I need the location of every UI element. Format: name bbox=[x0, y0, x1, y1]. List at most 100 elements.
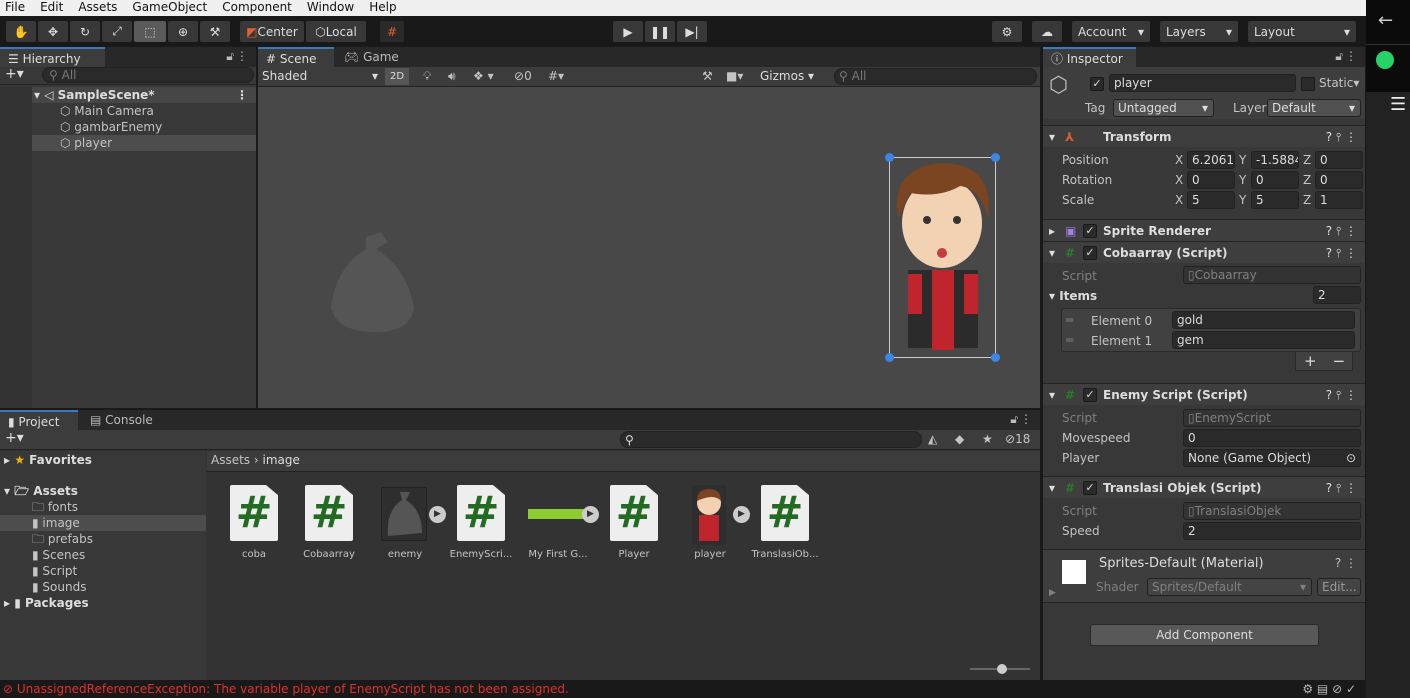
favorite-star-icon[interactable]: ★ bbox=[982, 432, 993, 446]
hand-tool-button[interactable]: ✋ bbox=[6, 21, 36, 42]
folder-item[interactable]: ▮ Sounds bbox=[0, 579, 206, 595]
y-axis-label[interactable]: Y bbox=[1239, 153, 1246, 167]
speed-input[interactable]: 2 bbox=[1183, 522, 1361, 540]
scale-y-input[interactable]: 5 bbox=[1251, 191, 1299, 209]
transform-tool-button[interactable]: ⊕ bbox=[168, 21, 198, 42]
component-actions-icons[interactable]: ? ⫯ ⋮ bbox=[1326, 477, 1357, 499]
project-search-input[interactable]: ⚲ bbox=[620, 431, 922, 448]
account-dropdown[interactable]: Account ▾ bbox=[1072, 21, 1150, 42]
pivot-center-button[interactable]: ◩ Center bbox=[240, 21, 304, 42]
component-actions-icons[interactable]: ? ⫯ ⋮ bbox=[1326, 242, 1357, 264]
menu-edit[interactable]: Edit bbox=[40, 0, 63, 16]
rotation-y-input[interactable]: 0 bbox=[1251, 171, 1299, 189]
2d-toggle[interactable]: 2D bbox=[385, 68, 409, 85]
zoom-slider[interactable] bbox=[970, 664, 1030, 674]
player-sprite-selection[interactable] bbox=[885, 153, 1000, 362]
scale-z-input[interactable]: 1 bbox=[1315, 191, 1363, 209]
step-button[interactable]: ▶| bbox=[677, 21, 707, 42]
component-actions-icons[interactable]: ? ⫯ ⋮ bbox=[1326, 384, 1357, 406]
z-axis-label[interactable]: Z bbox=[1303, 193, 1311, 207]
remove-element-button[interactable]: − bbox=[1333, 352, 1346, 370]
more-icon[interactable]: ⋮ bbox=[1345, 49, 1357, 63]
material-actions-icons[interactable]: ? ⋮ bbox=[1335, 556, 1357, 570]
filter-label-icon[interactable]: ◆ bbox=[955, 432, 964, 446]
asset-coba[interactable]: # coba bbox=[216, 485, 292, 560]
create-button[interactable]: +▾ bbox=[5, 66, 24, 82]
x-axis-label[interactable]: X bbox=[1175, 173, 1183, 187]
filter-type-icon[interactable]: ◭ bbox=[928, 432, 937, 446]
folder-item[interactable]: 🗀︎ fonts bbox=[0, 499, 206, 515]
object-name-input[interactable]: player bbox=[1109, 74, 1296, 92]
menu-file[interactable]: File bbox=[5, 0, 25, 16]
edit-shader-button[interactable]: Edit... bbox=[1317, 578, 1361, 596]
z-axis-label[interactable]: Z bbox=[1303, 153, 1311, 167]
static-checkbox[interactable] bbox=[1301, 77, 1315, 91]
lock-icon[interactable]: 🔓︎ bbox=[1010, 412, 1018, 427]
whatsapp-icon[interactable] bbox=[1376, 51, 1394, 69]
services-button[interactable]: ⚙ bbox=[992, 21, 1022, 42]
hamburger-menu-icon[interactable]: ☰ bbox=[1366, 92, 1410, 115]
static-dropdown[interactable]: Static▾ bbox=[1319, 76, 1359, 90]
visibility-icon[interactable]: ⊘0 bbox=[514, 69, 532, 83]
tools-icon[interactable]: ⚒ bbox=[702, 69, 713, 83]
hierarchy-search-input[interactable]: ⚲ All bbox=[42, 67, 254, 83]
lock-icon[interactable]: 🔓︎ bbox=[226, 49, 234, 64]
shader-dropdown[interactable]: Sprites/Default ▾ bbox=[1147, 578, 1312, 596]
menu-gameobject[interactable]: GameObject bbox=[132, 0, 207, 16]
asset-enemy[interactable]: enemy bbox=[367, 485, 443, 560]
enabled-checkbox[interactable]: ✓ bbox=[1083, 388, 1097, 402]
items-foldout[interactable]: ▾ Items bbox=[1049, 289, 1097, 303]
menu-component[interactable]: Component bbox=[222, 0, 292, 16]
movespeed-input[interactable]: 0 bbox=[1183, 429, 1361, 447]
asset-my-first-game[interactable]: My First G... bbox=[520, 485, 596, 560]
tab-console[interactable]: ▤ Console bbox=[82, 410, 161, 430]
scene-row[interactable]: ▾ ◁ SampleScene* ⋮ bbox=[0, 87, 256, 103]
menu-assets[interactable]: Assets bbox=[78, 0, 117, 16]
more-icon[interactable]: ⋮ bbox=[236, 49, 248, 63]
transform-header[interactable]: ▾ ⅄ Transform? ⫯ ⋮ bbox=[1043, 125, 1365, 147]
cloud-button[interactable]: ☁ bbox=[1032, 21, 1062, 42]
add-element-button[interactable]: + bbox=[1304, 352, 1317, 370]
x-axis-label[interactable]: X bbox=[1175, 153, 1183, 167]
lighting-icon[interactable]: 💡︎ bbox=[423, 69, 431, 84]
scale-tool-button[interactable]: ⤢ bbox=[102, 21, 132, 42]
enabled-checkbox[interactable]: ✓ bbox=[1083, 246, 1097, 260]
tag-dropdown[interactable]: Untagged ▾ bbox=[1113, 99, 1214, 117]
back-arrow-icon[interactable]: ← bbox=[1366, 0, 1410, 44]
tab-scene[interactable]: # Scene bbox=[258, 47, 334, 67]
menu-help[interactable]: Help bbox=[369, 0, 396, 16]
move-tool-button[interactable]: ✥ bbox=[38, 21, 68, 42]
scene-more-icon[interactable]: ⋮ bbox=[236, 87, 248, 103]
play-button[interactable]: ▶ bbox=[613, 21, 643, 42]
element-0-input[interactable]: gold bbox=[1172, 311, 1355, 329]
translasi-header[interactable]: ▾ # ✓ Translasi Objek (Script)? ⫯ ⋮ bbox=[1043, 476, 1365, 498]
z-axis-label[interactable]: Z bbox=[1303, 173, 1311, 187]
folder-item-selected[interactable]: ▮ image bbox=[0, 515, 206, 531]
hierarchy-item[interactable]: ⬡ Main Camera bbox=[0, 103, 256, 119]
player-object-field[interactable]: None (Game Object) ⊙ bbox=[1183, 449, 1361, 467]
enemy-sprite[interactable] bbox=[326, 227, 421, 337]
component-actions-icons[interactable]: ? ⫯ ⋮ bbox=[1326, 220, 1357, 242]
asset-player-sprite[interactable]: player bbox=[672, 485, 748, 560]
asset-enemyscript[interactable]: # EnemyScri... bbox=[443, 485, 519, 560]
menu-window[interactable]: Window bbox=[307, 0, 354, 16]
drag-handle-icon[interactable]: ═ bbox=[1066, 333, 1073, 347]
assets-folder[interactable]: ▾ 🗁︎ Assets bbox=[0, 483, 206, 499]
gameobject-icon[interactable]: ⬡ bbox=[1049, 73, 1068, 98]
y-axis-label[interactable]: Y bbox=[1239, 193, 1246, 207]
asset-player-script[interactable]: # Player bbox=[596, 485, 672, 560]
tab-inspector[interactable]: ⓘ Inspector bbox=[1043, 47, 1136, 67]
folder-item[interactable]: ▮ Scenes bbox=[0, 547, 206, 563]
enabled-checkbox[interactable]: ✓ bbox=[1083, 224, 1097, 238]
rect-tool-button[interactable]: ⬚ bbox=[134, 21, 166, 42]
packages-folder[interactable]: ▸ ▮ Packages bbox=[0, 595, 206, 611]
layers-dropdown[interactable]: Layers ▾ bbox=[1160, 21, 1238, 42]
x-axis-label[interactable]: X bbox=[1175, 193, 1183, 207]
position-z-input[interactable]: 0 bbox=[1315, 151, 1363, 169]
rotation-z-input[interactable]: 0 bbox=[1315, 171, 1363, 189]
favorites-item[interactable]: ▸ ★ Favorites bbox=[0, 452, 206, 468]
grid-snap-button[interactable]: # bbox=[380, 21, 404, 42]
grid-settings-icon[interactable]: #▾ bbox=[548, 69, 564, 83]
pause-button[interactable]: ❚❚ bbox=[645, 21, 675, 42]
status-icons[interactable]: ⚙ ▤ ⊘ ✓ bbox=[1302, 680, 1356, 698]
